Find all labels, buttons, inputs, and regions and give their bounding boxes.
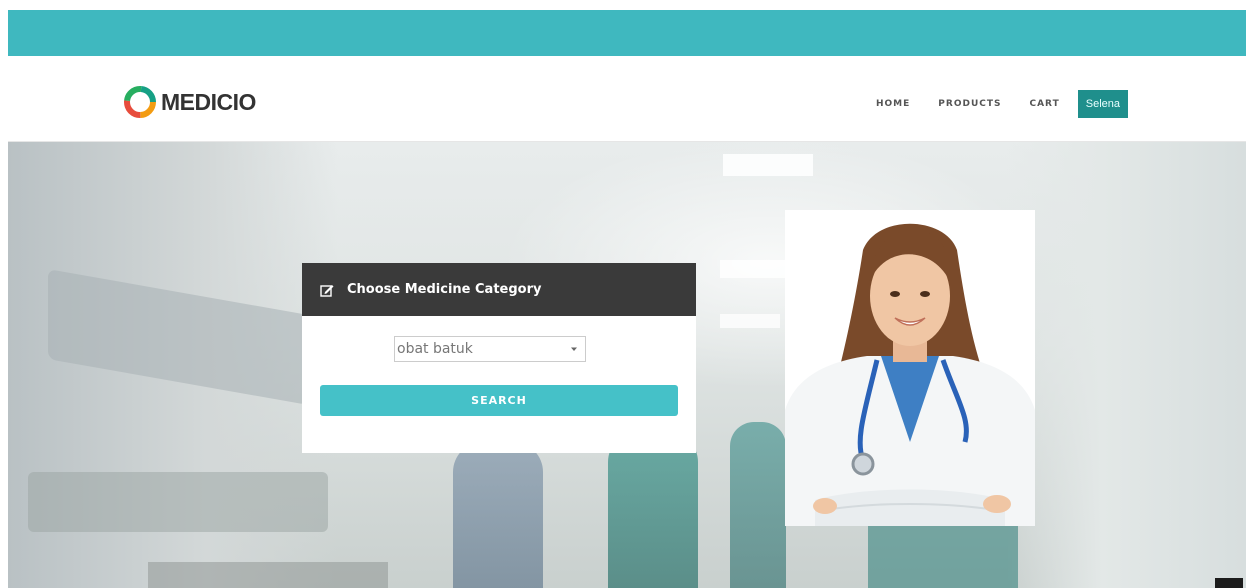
category-select-value: obat batuk — [397, 341, 473, 357]
search-button[interactable]: SEARCH — [320, 385, 678, 416]
main-nav: HOME PRODUCTS CART Selena — [848, 90, 1128, 118]
hero-bed-shape — [28, 472, 328, 532]
edit-icon — [320, 284, 334, 297]
ceiling-light — [720, 260, 790, 278]
nav-item-home[interactable]: HOME — [876, 99, 910, 109]
scroll-to-top-button[interactable] — [1215, 578, 1243, 588]
category-search-panel: Choose Medicine Category obat batuk SEAR… — [302, 263, 696, 453]
ceiling-light — [723, 154, 813, 176]
doctor-image — [785, 210, 1035, 526]
doctor-illustration — [785, 223, 1035, 526]
background-figure — [868, 522, 1018, 588]
category-select[interactable]: obat batuk — [394, 336, 586, 362]
brand-name: MEDICIO — [161, 88, 256, 115]
chevron-down-icon — [571, 347, 577, 351]
panel-title: Choose Medicine Category — [347, 282, 542, 297]
user-menu-button[interactable]: Selena — [1077, 90, 1128, 118]
hero-bed-shape — [148, 562, 388, 588]
page: MEDICIO HOME PRODUCTS CART Selena Choose… — [0, 0, 1249, 588]
top-bar — [8, 10, 1246, 56]
nav-item-products[interactable]: PRODUCTS — [938, 99, 1001, 109]
background-figure — [453, 442, 543, 588]
medicio-ring-logo-icon — [124, 86, 156, 118]
hero-background-right — [1006, 142, 1246, 588]
brand-logo[interactable]: MEDICIO — [123, 85, 256, 119]
background-figure — [608, 432, 698, 588]
site-header: MEDICIO HOME PRODUCTS CART Selena — [8, 56, 1246, 142]
ceiling-light — [720, 314, 780, 328]
background-figure — [730, 422, 786, 588]
nav-item-cart[interactable]: CART — [1029, 99, 1059, 109]
panel-header: Choose Medicine Category — [302, 263, 696, 316]
